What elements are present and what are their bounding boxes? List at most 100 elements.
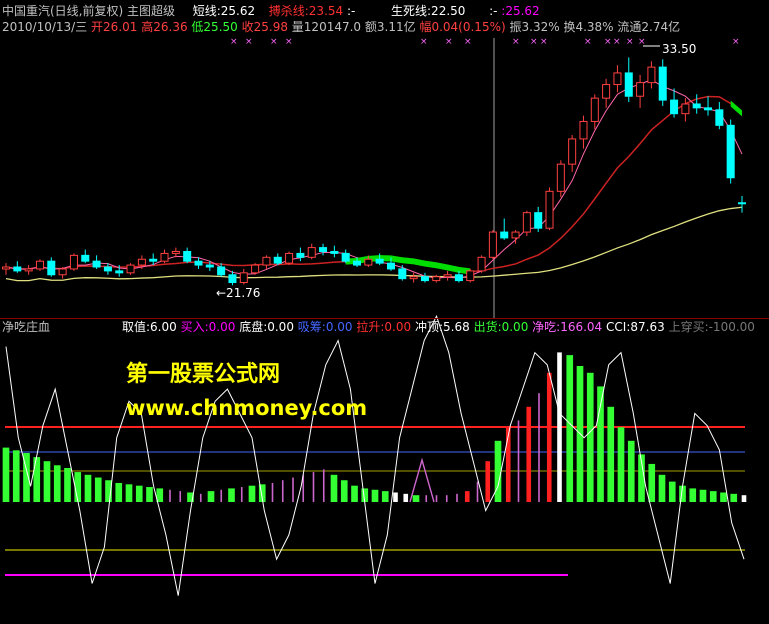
candle-body — [590, 97, 599, 122]
indicator-bar — [476, 481, 479, 502]
indicator-bar — [105, 480, 112, 502]
candle-body — [183, 250, 192, 262]
cci-value: CCI:87.63 — [606, 320, 665, 334]
candle-body — [670, 99, 679, 115]
watermark-url: www.chnmoney.com — [126, 396, 368, 420]
indicator-title: 净吃庄血 — [2, 320, 51, 334]
candle-body — [386, 262, 395, 270]
candle-body — [307, 247, 316, 258]
indicator-bar — [435, 495, 438, 502]
candle-body — [726, 124, 735, 179]
header-row-2: 2010/10/13/三 开26.01 高26.36 低25.50 收25.98… — [2, 20, 680, 34]
indicator-bar — [179, 491, 182, 502]
indicator-bar — [2, 447, 10, 502]
indicator-bar — [220, 489, 223, 502]
signal-marker: × — [540, 37, 548, 47]
ma-long-line — [5, 206, 743, 282]
bottom-value: 底盘:0.00 — [239, 320, 294, 334]
candle-body — [171, 250, 180, 254]
short-line: 短线:25.62 — [192, 4, 256, 18]
header-row-1: 中国重汽(日线,前复权) 主图超级 短线:25.62 搏杀线:23.54 :- … — [2, 4, 540, 18]
take-value: 取值:6.00 — [122, 320, 177, 334]
indicator-bar — [135, 485, 143, 502]
amplitude-label: 振3.32% — [509, 20, 560, 34]
signal-marker: × — [613, 37, 621, 47]
signal-marker: × — [445, 37, 453, 47]
indicator-bar — [699, 489, 707, 502]
candle-body — [409, 276, 418, 280]
indicator-bar — [371, 489, 379, 502]
indicator-bar — [351, 485, 358, 502]
indicator-bar — [12, 450, 20, 502]
net-eat-value: 净吃:166.04 — [532, 320, 603, 334]
candle-body — [239, 272, 248, 284]
candle-body — [228, 274, 237, 284]
indicator-bar — [730, 493, 738, 502]
indicator-bar — [485, 461, 491, 502]
magenta-spike — [409, 457, 435, 503]
candle-body — [545, 190, 554, 229]
buy-value: 买入:0.00 — [180, 320, 236, 334]
float-label: 流通2.74亿 — [617, 20, 681, 34]
indicator-bar — [566, 355, 574, 502]
indicator-bar — [381, 491, 389, 502]
signal-marker: × — [245, 37, 253, 47]
close-label: 收25.98 — [241, 20, 288, 34]
absorb-value: 吸筹:0.00 — [297, 320, 353, 334]
signal-marker: × — [626, 37, 634, 47]
low-annotation: ←21.76 — [216, 286, 261, 300]
indicator-bar — [617, 427, 625, 502]
indicator-bar — [425, 495, 428, 502]
candle-body — [636, 82, 645, 97]
indicator-bar — [576, 366, 584, 502]
indicator-bar — [64, 468, 71, 502]
indicator-bar — [199, 493, 202, 502]
price-chart: × × × × × × × × × × × × × × × × — [1, 37, 747, 318]
indicator-bar — [53, 465, 61, 502]
indicator-bar — [586, 372, 594, 502]
indicator-bar — [187, 492, 194, 502]
candle-body — [137, 258, 146, 266]
signal-marker: × — [270, 37, 278, 47]
candle-body — [217, 266, 226, 276]
indicator-bar — [689, 488, 697, 502]
signal-marker: × — [604, 37, 612, 47]
indicator-bar — [517, 420, 520, 502]
indicator-bar — [43, 461, 51, 502]
volume-label: 量120147.0 — [291, 20, 362, 34]
indicator-bar — [403, 493, 409, 502]
indicator-bar — [456, 493, 458, 502]
candle-body — [285, 252, 294, 264]
candle-body — [602, 84, 611, 99]
panel-separator — [0, 318, 769, 319]
bear-line-suffix: :- — [346, 4, 356, 18]
indicator-bar — [607, 406, 615, 502]
indicator-bar — [597, 386, 604, 502]
candle-body — [500, 231, 509, 239]
candle-body — [205, 264, 214, 268]
candle-body — [420, 276, 429, 282]
indicator-bar — [546, 372, 552, 502]
signal-marker: × — [732, 37, 740, 47]
candle-body — [443, 274, 452, 278]
candle-body — [647, 66, 656, 84]
candle-body — [58, 268, 67, 276]
high-annotation: 33.50 — [662, 42, 697, 56]
candle-body — [160, 252, 169, 262]
signal-marker: × — [420, 37, 428, 47]
indicator-bar — [94, 477, 102, 502]
open-label: 开26.01 — [91, 20, 138, 34]
candle-body — [613, 72, 622, 86]
candle-body — [194, 260, 203, 266]
candle-body — [296, 252, 305, 258]
indicator-bar — [281, 480, 284, 502]
candle-body — [330, 250, 339, 254]
indicator-bar — [627, 440, 635, 502]
indicator-bar — [648, 463, 656, 502]
indicator-bar — [464, 491, 470, 502]
cci-line — [5, 314, 745, 596]
candle-body — [398, 268, 407, 280]
candle-body — [1, 266, 11, 270]
indicator-header: 净吃庄血 — [2, 320, 50, 334]
candle-body — [149, 258, 158, 262]
